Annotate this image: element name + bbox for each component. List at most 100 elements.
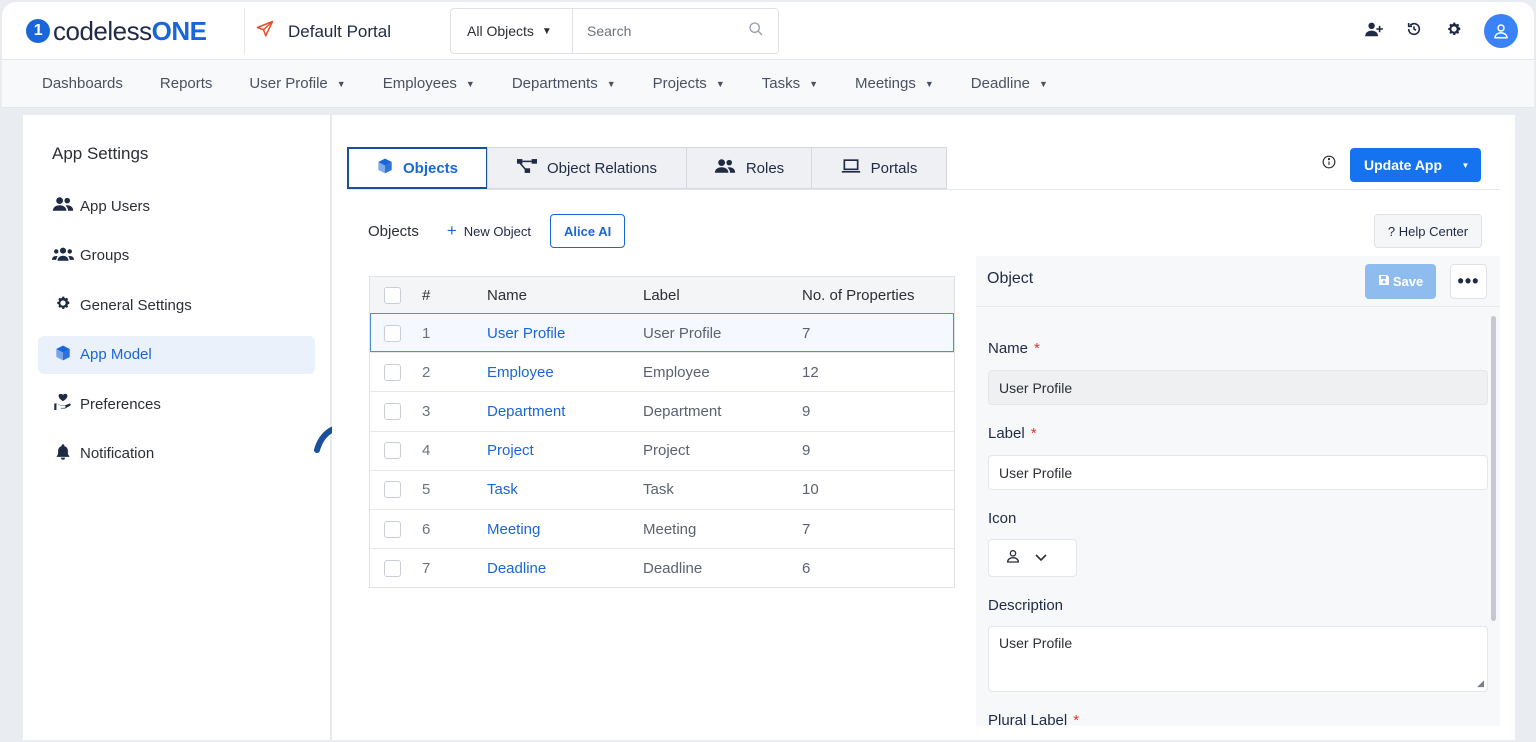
sidebar-item-label: General Settings <box>80 296 192 314</box>
sidebar-item-general-settings[interactable]: General Settings <box>38 286 315 324</box>
chevron-down-icon <box>1035 551 1047 565</box>
label-text: Label <box>988 425 1025 442</box>
nav-item-deadline[interactable]: Deadline ▼ <box>971 75 1048 92</box>
new-object-button[interactable]: + New Object <box>447 221 531 241</box>
nav-label: Projects <box>652 75 707 92</box>
nav-item-employees[interactable]: Employees ▼ <box>383 75 475 92</box>
table-row[interactable]: 3 Department Department 9 <box>370 391 954 430</box>
sidebar-item-app-model[interactable]: App Model <box>38 335 315 374</box>
table-row[interactable]: 2 Employee Employee 12 <box>370 352 954 391</box>
sidebar-item-notification[interactable]: Notification <box>38 435 315 473</box>
object-name-link[interactable]: Department <box>487 403 565 420</box>
cube-icon <box>52 345 74 365</box>
new-object-label: New Object <box>463 223 531 239</box>
tab-label: Objects <box>402 159 459 177</box>
info-icon[interactable] <box>1322 155 1336 172</box>
select-all-checkbox[interactable] <box>383 286 401 304</box>
column-header-name[interactable]: Name <box>481 287 639 304</box>
table-row[interactable]: 7 Deadline Deadline 6 <box>370 548 954 587</box>
more-options-button[interactable]: ••• <box>1450 264 1487 299</box>
column-header-properties[interactable]: No. of Properties <box>797 287 915 304</box>
objects-table: # Name Label No. of Properties 1 User Pr… <box>369 276 955 589</box>
save-button[interactable]: Save <box>1365 264 1436 299</box>
row-checkbox[interactable] <box>383 363 401 381</box>
row-name-cell: Task <box>481 481 639 498</box>
table-row[interactable]: 6 Meeting Meeting 7 <box>370 508 954 548</box>
help-center-button[interactable]: ? Help Center <box>1374 214 1482 248</box>
required-mark: * <box>1073 712 1080 729</box>
object-name-link[interactable]: Meeting <box>487 521 540 538</box>
nav-item-departments[interactable]: Departments ▼ <box>512 75 616 92</box>
history-icon[interactable] <box>1404 21 1424 42</box>
table-row[interactable]: 1 User Profile User Profile 7 <box>370 313 954 353</box>
row-checkbox[interactable] <box>383 559 401 577</box>
icon-field-label: Icon <box>988 510 1017 527</box>
search-scope-value: All Objects <box>467 23 534 39</box>
row-checkbox[interactable] <box>383 402 401 420</box>
table-header-row: # Name Label No. of Properties <box>370 277 954 313</box>
object-name-link[interactable]: Task <box>487 481 518 498</box>
tab-objects[interactable]: Objects <box>347 147 488 189</box>
row-label: Department <box>643 402 722 420</box>
resize-grip-icon[interactable]: ◢ <box>1477 678 1484 689</box>
search-scope-select[interactable]: All Objects ▼ <box>451 9 573 53</box>
row-checkbox-cell <box>370 442 414 460</box>
row-checkbox-cell <box>370 481 414 499</box>
nav-item-dashboards[interactable]: Dashboards <box>42 75 123 92</box>
table-row[interactable]: 4 Project Project 9 <box>370 430 954 470</box>
label-text: Plural Label <box>988 712 1068 729</box>
sidebar-item-preferences[interactable]: Preferences <box>38 385 315 423</box>
logo-mark: 1 <box>26 19 50 43</box>
search-input[interactable] <box>573 23 733 39</box>
caret-down-icon: ▼ <box>715 78 725 89</box>
tab-object-relations[interactable]: Object Relations <box>487 147 687 189</box>
table-row[interactable]: 5 Task Task 10 <box>370 469 954 509</box>
nav-item-tasks[interactable]: Tasks ▼ <box>762 75 818 92</box>
row-label: Task <box>643 481 674 499</box>
codelessone-logo[interactable]: 1 codeless ONE <box>26 15 207 46</box>
nav-label: Deadline <box>970 75 1031 92</box>
panel-scrollbar[interactable] <box>1491 316 1496 621</box>
user-avatar-icon[interactable] <box>1484 14 1518 48</box>
row-checkbox[interactable] <box>383 481 401 499</box>
object-name-link[interactable]: User Profile <box>487 325 565 342</box>
object-name-link[interactable]: Project <box>487 442 534 459</box>
column-header-label[interactable]: Label <box>639 287 797 304</box>
logo-text-suffix: ONE <box>151 15 207 46</box>
update-app-button[interactable]: Update App ▼ <box>1350 148 1481 182</box>
row-checkbox[interactable] <box>383 442 401 460</box>
caret-down-icon: ▼ <box>924 78 934 89</box>
name-field[interactable]: User Profile <box>988 370 1488 405</box>
tab-roles[interactable]: Roles <box>686 147 812 189</box>
sidebar-item-groups[interactable]: Groups <box>38 237 315 275</box>
sidebar-item-app-users[interactable]: App Users <box>38 187 315 225</box>
row-number: 1 <box>422 324 431 342</box>
add-user-icon[interactable] <box>1364 21 1384 42</box>
nav-item-user-profile[interactable]: User Profile ▼ <box>249 75 345 92</box>
caret-down-icon: ▼ <box>336 78 346 89</box>
alice-ai-button[interactable]: Alice AI <box>550 214 626 248</box>
label-field[interactable]: User Profile <box>988 455 1488 490</box>
row-name-cell: User Profile <box>481 325 639 342</box>
description-textarea[interactable]: User Profile ◢ <box>988 626 1488 692</box>
tab-label: Roles <box>745 159 785 177</box>
object-detail-panel: Object Save ••• Name * User Profile Label… <box>976 256 1500 729</box>
column-header-number[interactable]: # <box>414 287 481 304</box>
portal-switcher[interactable]: Default Portal <box>256 20 391 43</box>
row-properties-count: 6 <box>802 559 811 577</box>
object-name-link[interactable]: Employee <box>487 364 554 381</box>
required-mark: * <box>1030 425 1037 442</box>
tab-label: Object Relations <box>546 159 658 177</box>
object-name-link[interactable]: Deadline <box>487 560 546 577</box>
nav-item-reports[interactable]: Reports <box>160 75 213 92</box>
gear-icon[interactable] <box>1444 21 1464 42</box>
nav-item-meetings[interactable]: Meetings ▼ <box>855 75 934 92</box>
caret-down-icon[interactable]: ▼ <box>1450 161 1481 170</box>
row-checkbox[interactable] <box>383 520 401 538</box>
icon-select[interactable] <box>988 539 1077 577</box>
tab-portals[interactable]: Portals <box>811 147 947 189</box>
row-checkbox[interactable] <box>383 324 401 342</box>
nav-item-projects[interactable]: Projects ▼ <box>653 75 725 92</box>
search-icon[interactable] <box>748 21 764 42</box>
object-panel-header: Object Save ••• <box>976 256 1500 307</box>
